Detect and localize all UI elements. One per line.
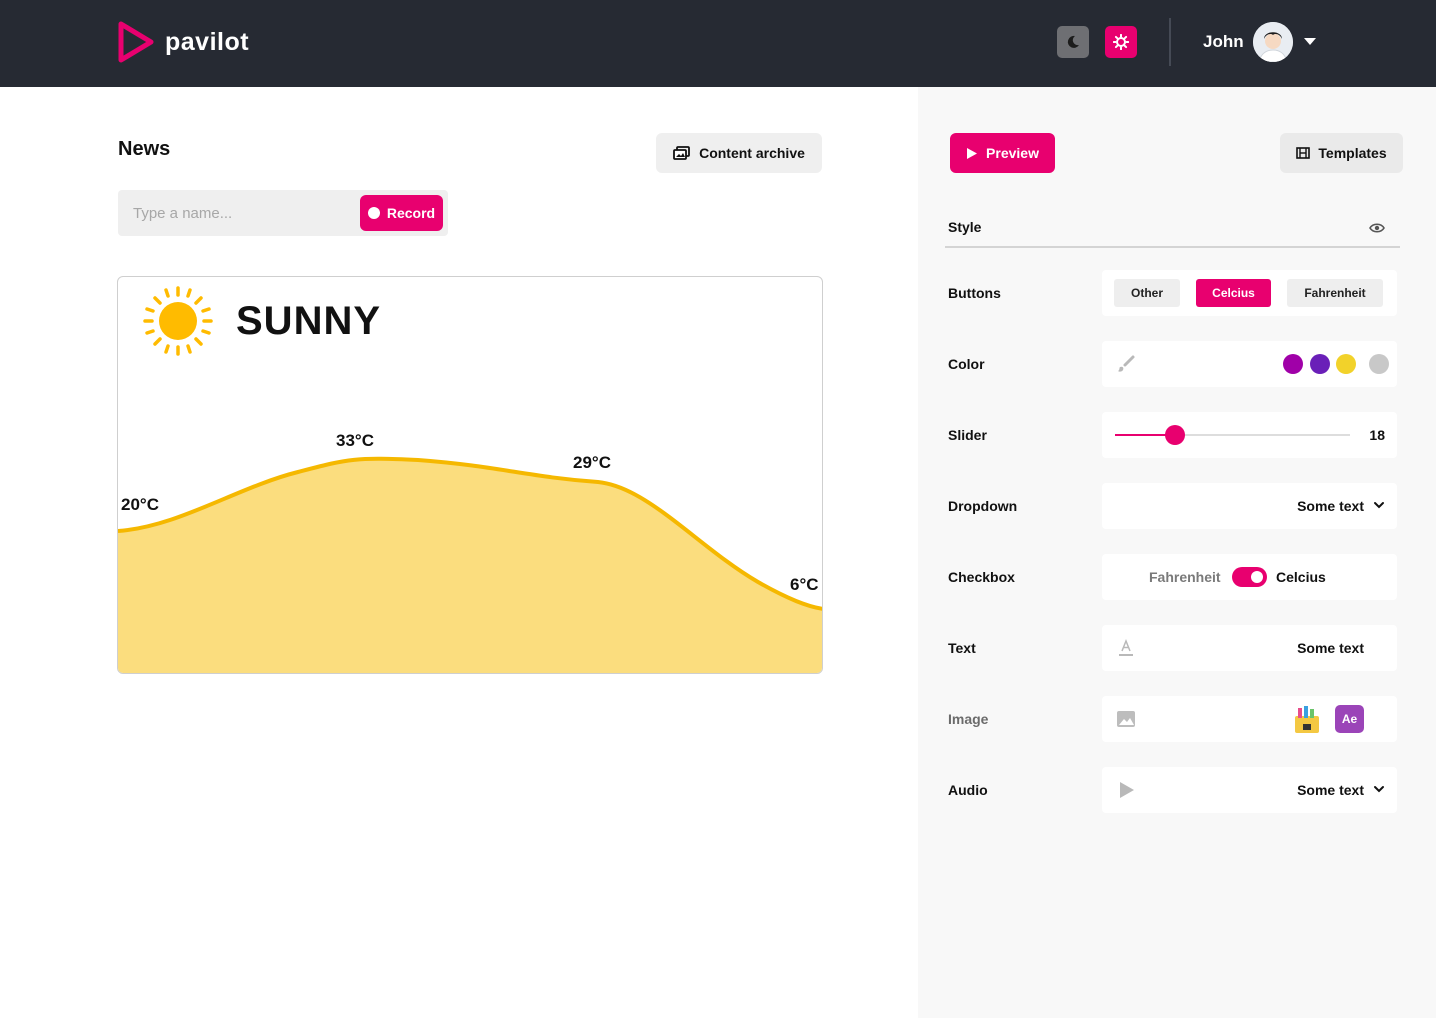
slider-handle[interactable] <box>1164 425 1185 445</box>
slider-value: 18 <box>1369 427 1385 443</box>
buttons-control: Other Celcius Fahrenheit <box>1102 270 1397 316</box>
dropdown-row-label: Dropdown <box>948 498 1018 514</box>
preview-label: Preview <box>986 145 1039 161</box>
image-icon[interactable] <box>1116 709 1136 729</box>
style-section-title: Style <box>948 219 982 235</box>
buttons-row-label: Buttons <box>948 285 1001 301</box>
avatar-image <box>1253 22 1293 62</box>
style-panel <box>918 87 1436 1018</box>
brush-icon[interactable] <box>1116 354 1136 374</box>
option-other-button[interactable]: Other <box>1114 279 1180 307</box>
archive-icon <box>673 146 690 160</box>
brand-name: pavilot <box>165 27 250 56</box>
name-record-group: Record <box>118 190 448 236</box>
slider-row-label: Slider <box>948 427 987 443</box>
after-effects-icon[interactable]: Ae <box>1335 705 1364 733</box>
toggle-knob <box>1251 571 1263 583</box>
moon-icon <box>1067 35 1079 48</box>
top-bar: pavilot John <box>0 0 1436 87</box>
sun-gear-icon <box>1113 34 1129 50</box>
name-input[interactable] <box>118 190 358 236</box>
image-control: Ae <box>1102 696 1397 742</box>
light-mode-button[interactable] <box>1105 26 1137 58</box>
content-archive-button[interactable]: Content archive <box>656 133 822 173</box>
chevron-down-icon <box>1374 502 1384 509</box>
style-divider <box>945 246 1400 248</box>
caret-down-icon[interactable] <box>1303 36 1317 46</box>
checkbox-control: Fahrenheit Celcius <box>1102 554 1397 600</box>
film-icon <box>1296 147 1311 159</box>
temp-label-3: 29°C <box>573 453 611 472</box>
color-row-label: Color <box>948 356 985 372</box>
color-control <box>1102 341 1397 387</box>
templates-button[interactable]: Templates <box>1280 133 1403 173</box>
temp-label-1: 20°C <box>121 495 159 514</box>
slider-control: 18 <box>1102 412 1397 458</box>
pavilot-logo-icon <box>118 21 154 63</box>
audio-row-label: Audio <box>948 782 988 798</box>
templates-label: Templates <box>1318 145 1387 161</box>
toggle-on-label: Celcius <box>1276 569 1326 585</box>
option-celcius-button[interactable]: Celcius <box>1196 279 1271 307</box>
weather-card: 20°C 33°C 29°C 6°C SUNNY <box>117 276 823 674</box>
text-row-label: Text <box>948 640 976 656</box>
checkbox-row-label: Checkbox <box>948 569 1015 585</box>
color-swatch-yellow[interactable] <box>1336 354 1356 374</box>
page-title: News <box>118 138 171 160</box>
color-swatch-purple[interactable] <box>1283 354 1303 374</box>
temperature-area <box>118 458 822 673</box>
dark-mode-button[interactable] <box>1057 26 1089 58</box>
option-fahrenheit-button[interactable]: Fahrenheit <box>1287 279 1383 307</box>
user-name[interactable]: John <box>1203 32 1244 52</box>
dropdown-value: Some text <box>1297 498 1364 514</box>
avatar[interactable] <box>1253 22 1293 62</box>
eye-icon[interactable] <box>1369 222 1385 234</box>
image-row-label: Image <box>948 711 989 727</box>
temp-label-2: 33°C <box>336 431 374 450</box>
record-dot-icon <box>367 207 380 219</box>
play-icon <box>967 147 978 159</box>
text-value[interactable]: Some text <box>1297 640 1364 656</box>
sun-icon <box>143 286 213 356</box>
temp-label-4: 6°C <box>790 575 819 594</box>
record-button[interactable]: Record <box>360 195 443 231</box>
weather-condition: SUNNY <box>236 299 382 343</box>
preview-button[interactable]: Preview <box>950 133 1055 173</box>
brand-logo[interactable]: pavilot <box>117 20 249 64</box>
record-label: Record <box>386 205 436 221</box>
header-divider <box>1169 18 1171 66</box>
chevron-down-icon <box>1374 786 1384 793</box>
color-swatch-violet[interactable] <box>1310 354 1330 374</box>
color-swatch-gray[interactable] <box>1369 354 1389 374</box>
content-archive-label: Content archive <box>699 145 805 161</box>
dropdown-select[interactable]: Some text <box>1102 483 1397 529</box>
unit-toggle[interactable] <box>1232 567 1267 587</box>
play-icon[interactable] <box>1116 780 1136 800</box>
text-control: Some text <box>1102 625 1397 671</box>
audio-select[interactable]: Some text <box>1102 767 1397 813</box>
temperature-area-chart: 20°C 33°C 29°C 6°C <box>118 431 822 673</box>
pencil-cup-icon[interactable] <box>1292 704 1323 735</box>
font-color-icon[interactable] <box>1116 638 1136 658</box>
toggle-off-label: Fahrenheit <box>1149 569 1221 585</box>
audio-value: Some text <box>1297 782 1364 798</box>
